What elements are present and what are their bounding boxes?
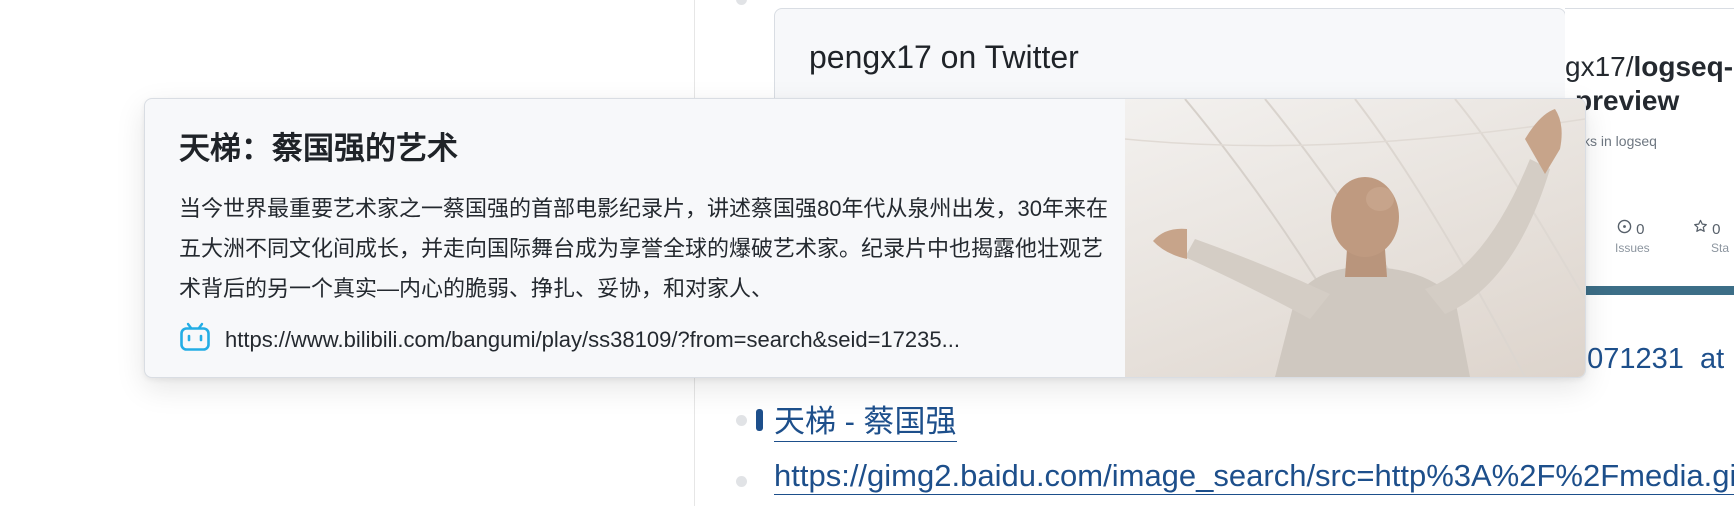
github-language-bar [1565, 286, 1734, 295]
github-link-preview-card[interactable]: gx17/logseq-p preview ks in logseq rs 0 … [1565, 8, 1734, 369]
github-stat-stars: 0 Sta [1693, 219, 1729, 255]
github-repo-owner: gx17/ [1565, 51, 1634, 82]
bilibili-link-preview-popup[interactable]: 天梯：蔡国强的艺术 当今世界最重要艺术家之一蔡国强的首部电影纪录片，讲述蔡国强8… [144, 98, 1586, 378]
github-repo-name-line2: preview [1575, 85, 1680, 116]
popup-description: 当今世界最重要艺术家之一蔡国强的首部电影纪录片，讲述蔡国强80年代从泉州出发，3… [179, 196, 1108, 301]
github-repo-description: ks in logseq [1583, 133, 1657, 149]
list-bullet[interactable] [736, 476, 747, 487]
bilibili-icon [179, 321, 211, 358]
popup-text-block: 天梯：蔡国强的艺术 当今世界最重要艺术家之一蔡国强的首部电影纪录片，讲述蔡国强8… [179, 129, 1109, 309]
list-bullet[interactable] [736, 415, 747, 426]
github-stat-value: 0 [1712, 221, 1721, 238]
popup-url-row[interactable]: https://www.bilibili.com/bangumi/play/ss… [179, 321, 1079, 358]
popup-url[interactable]: https://www.bilibili.com/bangumi/play/ss… [225, 327, 960, 353]
popup-preview-image [1125, 99, 1585, 377]
page-link[interactable]: 天梯 - 蔡国强 [774, 396, 957, 442]
star-icon [1693, 219, 1712, 238]
twitter-card-title: pengx17 on Twitter [809, 39, 1079, 75]
popup-title: 天梯：蔡国强的艺术 [179, 131, 458, 166]
github-repo-title: logseq-p [1633, 51, 1734, 82]
text-cursor-marker [756, 409, 763, 431]
issue-icon [1617, 219, 1636, 238]
external-link[interactable]: https://gimg2.baidu.com/image_search/src… [774, 458, 1734, 495]
github-stat-value: 0 [1636, 221, 1645, 238]
github-stat-issues: 0 Issues [1615, 219, 1650, 255]
page-link[interactable]: 0071231_at [1571, 343, 1724, 369]
github-repo-name: gx17/logseq-p [1565, 51, 1734, 83]
github-stat-label: Issues [1615, 241, 1650, 255]
github-stat-label: Sta [1711, 241, 1730, 255]
